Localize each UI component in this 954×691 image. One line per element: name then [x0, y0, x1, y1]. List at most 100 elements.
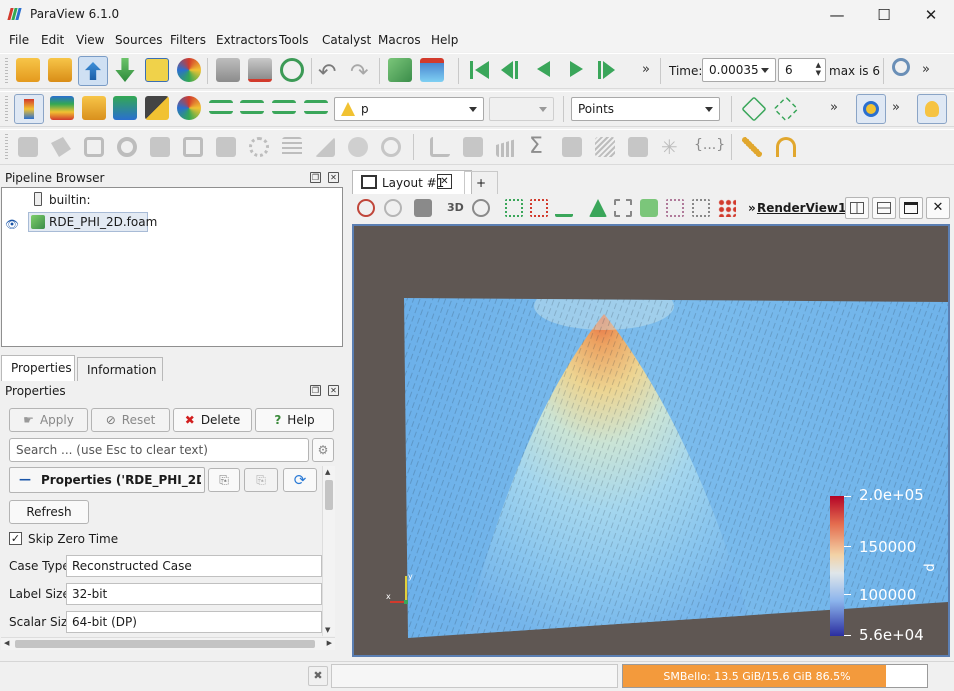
properties-horizontal-scrollbar[interactable]: ◀ ▶: [1, 637, 335, 650]
toolbar-overflow-icon[interactable]: »: [830, 100, 838, 115]
delete-button[interactable]: ✖ Delete: [173, 408, 252, 432]
rescale-visible-data-icon[interactable]: [304, 100, 328, 114]
python-calculator-icon[interactable]: [562, 137, 582, 157]
properties-vertical-scrollbar[interactable]: ▲ ▼: [322, 466, 335, 636]
close-status-icon[interactable]: ✖: [308, 666, 328, 686]
ruler-icon[interactable]: [742, 137, 762, 157]
split-horizontal-icon[interactable]: [845, 197, 869, 219]
disconnect-icon[interactable]: [248, 58, 272, 82]
glyph-filter-icon[interactable]: [216, 137, 236, 157]
rescale-temporal-range-icon[interactable]: [145, 96, 169, 120]
integrate-variables-icon[interactable]: Σ: [529, 134, 543, 159]
load-state-button[interactable]: [78, 56, 108, 86]
select-cells-frustum-icon[interactable]: [555, 199, 573, 217]
threshold-filter-icon[interactable]: [150, 137, 170, 157]
visibility-eye-icon[interactable]: 👁: [5, 218, 19, 231]
light-kit-button[interactable]: [917, 94, 947, 124]
stream-tracer-icon[interactable]: [249, 137, 269, 157]
capture-view-icon[interactable]: [357, 199, 375, 217]
warp-by-vector-icon[interactable]: [282, 137, 302, 157]
json-filter-icon[interactable]: {...}: [694, 137, 725, 157]
case-type-field[interactable]: Reconstructed Case: [66, 555, 322, 577]
interactive-select-button[interactable]: [856, 94, 886, 124]
first-frame-icon[interactable]: [470, 61, 490, 79]
menu-edit[interactable]: Edit: [41, 33, 64, 47]
camera-undo-icon[interactable]: [388, 58, 412, 82]
color-palette-icon[interactable]: [177, 96, 201, 120]
render-view-name[interactable]: RenderView1: [757, 201, 846, 215]
representation-combo[interactable]: Points: [571, 97, 720, 121]
edit-color-map-icon[interactable]: [50, 96, 74, 120]
extract-level-icon[interactable]: [348, 137, 368, 157]
help-button[interactable]: ? Help: [255, 408, 334, 432]
open-recent-icon[interactable]: [48, 58, 72, 82]
maximize-view-icon[interactable]: [899, 197, 923, 219]
toolbar-overflow-icon[interactable]: »: [642, 62, 650, 77]
hover-cells-icon[interactable]: [692, 199, 710, 217]
plot-over-time-icon[interactable]: [628, 137, 648, 157]
rescale-custom-range-icon[interactable]: [113, 96, 137, 120]
close-view-icon[interactable]: ✕: [926, 197, 950, 219]
clip-filter-icon[interactable]: [84, 137, 104, 157]
color-array-combo[interactable]: p: [334, 97, 484, 121]
rescale-data-range-icon[interactable]: [82, 96, 106, 120]
float-panel-icon[interactable]: ❐: [310, 385, 321, 396]
rescale-visible-custom-icon[interactable]: [240, 100, 264, 114]
menu-sources[interactable]: Sources: [115, 33, 162, 47]
close-panel-icon[interactable]: ✕: [328, 172, 339, 183]
minimize-button[interactable]: —: [814, 0, 860, 30]
pipeline-item-builtin[interactable]: builtin:: [49, 193, 91, 207]
timestep-spinbox[interactable]: 6 ▲ ▼: [778, 58, 826, 82]
render-viewport[interactable]: 2.0e+05 150000 100000 5.6e+04 p x y: [352, 224, 950, 657]
screenshot-icon[interactable]: [145, 58, 169, 82]
menu-filters[interactable]: Filters: [170, 33, 206, 47]
split-vertical-icon[interactable]: [872, 197, 896, 219]
add-layout-tab-button[interactable]: +: [464, 171, 498, 194]
connect-icon[interactable]: [216, 58, 240, 82]
scalar-size-field[interactable]: 64-bit (DP): [66, 611, 322, 633]
find-data-icon[interactable]: [892, 58, 910, 76]
paste-properties-icon[interactable]: ⎘: [244, 468, 278, 492]
reset-button[interactable]: ⊘ Reset: [91, 408, 170, 432]
close-layout-tab-icon[interactable]: ✕: [437, 174, 452, 189]
label-size-field[interactable]: 32-bit: [66, 583, 322, 605]
close-panel-icon[interactable]: ✕: [328, 385, 339, 396]
reset-session-icon[interactable]: [280, 58, 304, 82]
plot-selection-icon[interactable]: [463, 137, 483, 157]
previous-frame-icon[interactable]: [501, 61, 523, 79]
refresh-button[interactable]: Refresh: [9, 500, 89, 524]
annotate-time-icon[interactable]: ✳: [661, 135, 678, 159]
calculator-filter-icon[interactable]: [18, 137, 38, 157]
screenshot-view-icon[interactable]: [414, 199, 432, 217]
menu-help[interactable]: Help: [431, 33, 458, 47]
menu-extractors[interactable]: Extractors: [216, 33, 278, 47]
tab-properties[interactable]: Properties: [1, 355, 75, 381]
menu-tools[interactable]: Tools: [279, 33, 309, 47]
interactive-select-points-icon[interactable]: [666, 199, 684, 217]
toggle-color-legend-button[interactable]: [14, 94, 44, 124]
camera-redo-icon[interactable]: [420, 58, 444, 82]
apply-button[interactable]: ☛ Apply: [9, 408, 88, 432]
protractor-icon[interactable]: [776, 137, 796, 157]
toggle-3d-button[interactable]: 3D: [447, 201, 464, 214]
next-frame-icon[interactable]: [598, 61, 620, 79]
select-cells-on-icon[interactable]: [505, 199, 523, 217]
select-block-icon[interactable]: [614, 199, 632, 217]
toolbar-overflow-icon[interactable]: »: [892, 100, 900, 115]
toolbar-overflow-icon[interactable]: »: [922, 62, 930, 77]
undo-icon[interactable]: ↶: [318, 60, 336, 85]
zoom-to-box-icon[interactable]: [472, 199, 490, 217]
temporal-statistics-icon[interactable]: [595, 137, 615, 157]
menu-file[interactable]: File: [9, 33, 29, 47]
float-panel-icon[interactable]: ❐: [310, 172, 321, 183]
hover-points-icon[interactable]: [718, 199, 736, 217]
collapse-section-icon[interactable]: —: [19, 472, 31, 486]
interactive-select-cells-icon[interactable]: [640, 199, 658, 217]
play-icon[interactable]: [570, 61, 583, 77]
close-window-button[interactable]: ✕: [908, 0, 954, 30]
select-points-on-icon[interactable]: [530, 199, 548, 217]
slice-filter-icon[interactable]: [117, 137, 137, 157]
menu-catalyst[interactable]: Catalyst: [322, 33, 371, 47]
plot-over-line-icon[interactable]: [430, 137, 450, 157]
interaction-mode-icon[interactable]: [384, 199, 402, 217]
